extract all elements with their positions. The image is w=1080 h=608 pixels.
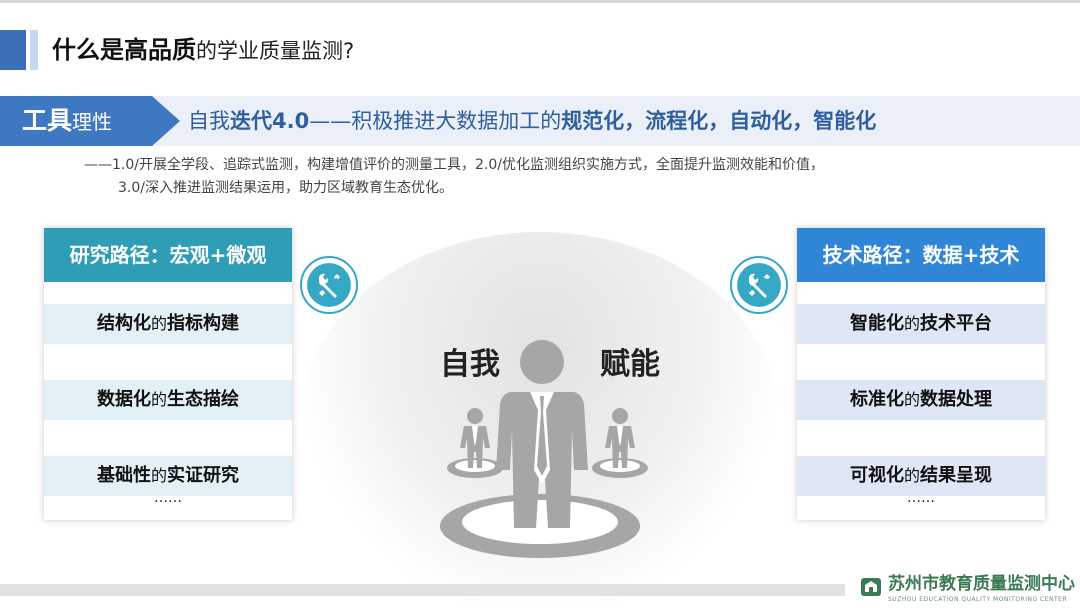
left-item-2-c: 生态描绘 (167, 389, 239, 410)
right-tool-badge (730, 256, 788, 314)
description-line-2: 3.0/深入推进监测结果运用，助力区域教育生态优化。 (118, 180, 453, 196)
wrench-screwdriver-icon (307, 263, 351, 307)
right-item-2-c: 数据处理 (920, 389, 992, 410)
left-item-1-c: 指标构建 (167, 313, 239, 334)
right-item-1-c: 技术平台 (920, 313, 992, 334)
right-item-3-a: 可视化 (849, 465, 904, 486)
banner-tag-normal: 理性 (72, 110, 113, 134)
title-accent-bar (0, 30, 26, 70)
banner-part-2: 迭代4.0 (230, 109, 310, 133)
right-panel-more: …… (907, 490, 935, 506)
banner-part-7: ， (708, 109, 730, 133)
footer-org-name: 苏州市教育质量监测中心 (888, 574, 1075, 594)
banner-headline: 自我迭代4.0——积极推进大数据加工的规范化，流程化，自动化，智能化 (188, 96, 876, 146)
banner-part-5: ， (624, 109, 646, 133)
banner-tag-bold: 工具 (22, 106, 73, 135)
left-item-3-b: 的 (150, 466, 167, 485)
right-item-3-c: 结果呈现 (920, 465, 992, 486)
right-panel: 技术路径：数据+技术 智能化的技术平台 标准化的数据处理 可视化的结果呈现 …… (797, 228, 1045, 520)
banner-part-9: ， (792, 109, 814, 133)
right-item-3-b: 的 (903, 466, 920, 485)
page-title-bold: 什么是高品质 (52, 36, 196, 64)
right-item-1-b: 的 (903, 314, 920, 333)
left-panel-item-1: 结构化的指标构建 (44, 304, 292, 344)
description-line-1: ——1.0/开展全学段、追踪式监测，构建增值评价的测量工具，2.0/优化监测组织… (84, 157, 824, 173)
right-item-2-a: 标准化 (849, 389, 904, 410)
right-item-1-a: 智能化 (849, 313, 904, 334)
title-accent-bar-light (30, 30, 38, 70)
left-panel: 研究路径：宏观+微观 结构化的指标构建 数据化的生态描绘 基础性的实证研究 …… (44, 228, 292, 520)
left-item-1-a: 结构化 (96, 313, 151, 334)
banner-tag: 工具理性 (22, 96, 112, 146)
right-panel-item-2: 标准化的数据处理 (797, 380, 1045, 420)
left-item-2-a: 数据化 (96, 389, 151, 410)
center-word-left: 自我 (440, 347, 500, 382)
left-item-1-b: 的 (150, 314, 167, 333)
banner-part-4: 规范化 (561, 109, 625, 133)
left-item-2-b: 的 (150, 390, 167, 409)
footer-bar (0, 584, 845, 596)
right-panel-heading: 技术路径：数据+技术 (797, 228, 1045, 282)
wrench-screwdriver-icon (737, 263, 781, 307)
left-tool-badge (300, 256, 358, 314)
center-word-right: 赋能 (600, 347, 660, 382)
banner-part-6: 流程化 (645, 109, 709, 133)
building-logo-icon (861, 578, 881, 596)
banner-part-10: 智能化 (813, 109, 877, 133)
right-item-2-b: 的 (903, 390, 920, 409)
right-panel-item-1: 智能化的技术平台 (797, 304, 1045, 344)
top-rule (0, 0, 1080, 3)
left-panel-item-2: 数据化的生态描绘 (44, 380, 292, 420)
left-item-3-c: 实证研究 (167, 465, 239, 486)
footer-org-sub: SUZHOU EDUCATION QUALITY MONITORING CENT… (888, 596, 1068, 603)
left-panel-more: …… (154, 490, 182, 506)
description: ——1.0/开展全学段、追踪式监测，构建增值评价的测量工具，2.0/优化监测组织… (84, 154, 1044, 200)
left-panel-heading: 研究路径：宏观+微观 (44, 228, 292, 282)
banner-part-3: ——积极推进大数据加工的 (309, 109, 562, 133)
banner-part-1: 自我 (188, 109, 230, 133)
page-title: 什么是高品质的学业质量监测? (52, 33, 354, 67)
left-item-3-a: 基础性 (96, 465, 151, 486)
banner-part-8: 自动化 (729, 109, 793, 133)
page-title-normal: 的学业质量监测? (196, 39, 355, 63)
